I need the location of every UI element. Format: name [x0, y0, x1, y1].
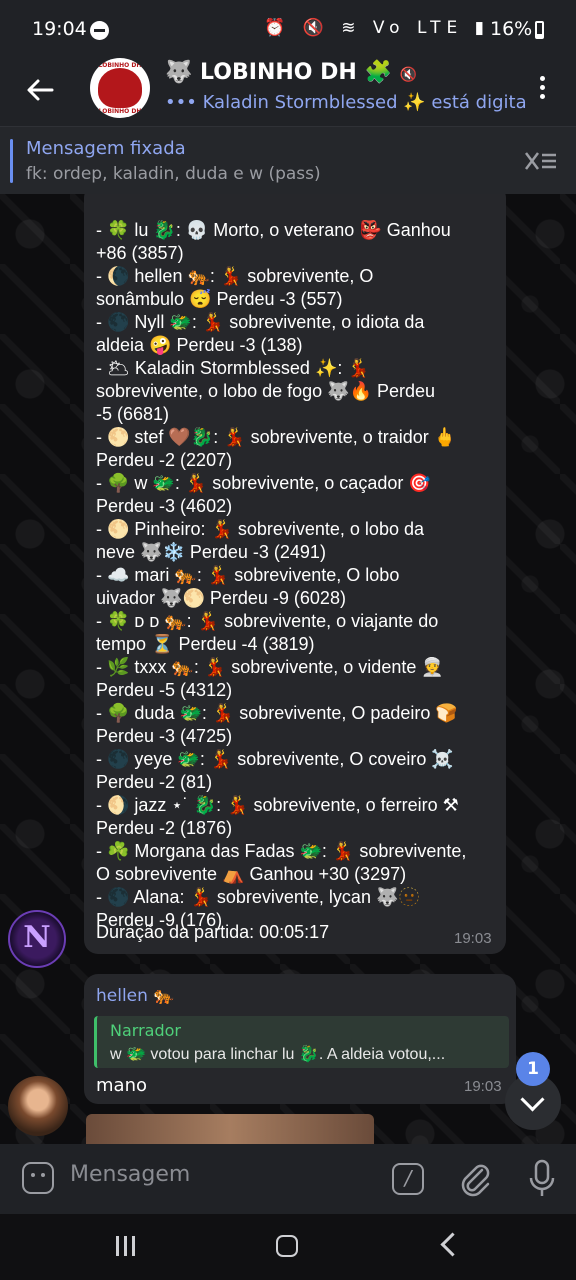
- message-line: Perdeu -2 (81): [96, 772, 213, 792]
- message-line: neve 🐺❄️ Perdeu -3 (2491): [96, 542, 326, 562]
- pinned-text: fk: ordep, kaladin, duda e w (pass): [26, 164, 321, 184]
- reply-sender: Narrador: [110, 1021, 181, 1040]
- message-line: O sobrevivente ⛺ Ganhou +30 (3297): [96, 864, 407, 884]
- media-preview[interactable]: [86, 1114, 374, 1144]
- message-line: tempo ⏳ Perdeu -4 (3819): [96, 634, 315, 654]
- message-line: - 🍀 ᴅ ᴅ 🐅: 💃 sobrevivente, o viajante do: [96, 611, 439, 631]
- message-line: -5 (6681): [96, 404, 170, 424]
- pinned-message[interactable]: Mensagem fixada fk: ordep, kaladin, duda…: [0, 126, 576, 195]
- emoji-icon[interactable]: [22, 1162, 54, 1194]
- back-icon[interactable]: [440, 1232, 465, 1257]
- status-time: 19:04: [32, 18, 87, 40]
- message-line: - 🌿 txxx 🐅: 💃 sobrevivente, o vidente 👳: [96, 657, 444, 677]
- message-line: Perdeu -3 (4725): [96, 726, 233, 746]
- message-line: - 🌳 w 🐲: 💃 sobrevivente, o caçador 🎯: [96, 473, 431, 493]
- message-line: - 🌑 Nyll 🐲: 💃 sobrevivente, o idiota da: [96, 312, 425, 332]
- message-line: aldeia 🤪 Perdeu -3 (138): [96, 335, 303, 355]
- dnd-icon: [90, 21, 109, 40]
- message-line: sobrevivente, o lobo de fogo 🐺🔥 Perdeu: [96, 381, 436, 401]
- system-nav-bar: [0, 1214, 576, 1280]
- home-icon[interactable]: [276, 1235, 298, 1257]
- match-duration: Duração da partida: 00:05:17: [96, 922, 330, 942]
- message-line: - 🌕 stef 🤎🐉: 💃 sobrevivente, o traidor 🖕: [96, 427, 457, 447]
- pinned-title: Mensagem fixada: [26, 138, 186, 159]
- message-line: - 🌳 duda 🐲: 💃 sobrevivente, O padeiro 🍞: [96, 703, 458, 723]
- recent-apps-icon[interactable]: [116, 1236, 140, 1260]
- message-line: Perdeu -2 (2207): [96, 450, 233, 470]
- message-text: - 🍀 lu 🐉: 💀 Morto, o veterano 👺 Ganhou +8…: [96, 196, 500, 932]
- avatar[interactable]: [8, 1076, 68, 1136]
- message-line: +86 (3857): [96, 243, 184, 263]
- message-sender[interactable]: hellen 🐅: [96, 986, 174, 1006]
- message-time: 19:03: [464, 1078, 502, 1095]
- message-bubble-reply[interactable]: hellen 🐅 Narrador w 🐲 votou para linchar…: [84, 974, 516, 1104]
- command-icon[interactable]: /: [392, 1163, 424, 1195]
- message-line: - 🌕 Pinheiro: 💃 sobrevivente, o lobo da: [96, 519, 424, 539]
- avatar[interactable]: N: [8, 910, 66, 968]
- message-line: - 🌘 hellen 🐅: 💃 sobrevivente, O: [96, 266, 374, 286]
- message-line: - 🌖 jazz ⋆˙ 🐉: 💃 sobrevivente, o ferreir…: [96, 795, 459, 815]
- message-line: Perdeu -5 (4312): [96, 680, 233, 700]
- microphone-icon[interactable]: [528, 1158, 556, 1198]
- more-options-icon[interactable]: [536, 76, 548, 102]
- avatar-letter: N: [23, 920, 51, 955]
- battery-percent: 16%: [490, 18, 533, 40]
- message-line: - ☁️ mari 🐅: 💃 sobrevivente, O lobo: [96, 565, 400, 585]
- message-line: - ☘️ Morgana das Fadas 🐲: 💃 sobrevivente…: [96, 841, 467, 861]
- unread-badge: 1: [516, 1052, 550, 1086]
- attach-icon[interactable]: [458, 1160, 492, 1198]
- message-time: 19:03: [454, 930, 492, 947]
- message-line: Perdeu -2 (1876): [96, 818, 233, 838]
- message-line: - 🍀 lu 🐉: 💀 Morto, o veterano 👺 Ganhou: [96, 220, 451, 240]
- message-bubble-results[interactable]: - 🍀 lu 🐉: 💀 Morto, o veterano 👺 Ganhou +8…: [84, 194, 506, 954]
- message-input-bar: Mensagem /: [0, 1144, 576, 1214]
- message-line: uivador 🐺🌕 Perdeu -9 (6028): [96, 588, 346, 608]
- reply-quote[interactable]: Narrador w 🐲 votou para linchar lu 🐉. A …: [94, 1016, 509, 1068]
- avatar-text-bottom: LOBINHO DH: [98, 108, 142, 115]
- message-line: sonâmbulo 😴 Perdeu -3 (557): [96, 289, 343, 309]
- status-icons: ⏰ 🔇 ≋ Vo LTE ▮: [264, 18, 490, 38]
- battery-icon: [535, 21, 544, 39]
- pin-list-icon[interactable]: [522, 147, 558, 175]
- message-line: [96, 196, 500, 219]
- pinned-indicator: [10, 139, 13, 183]
- back-arrow-icon[interactable]: [22, 72, 58, 108]
- chat-title-text: 🐺 LOBINHO DH 🧩: [165, 60, 392, 85]
- status-bar: 19:04 ⏰ 🔇 ≋ Vo LTE ▮ 16%: [0, 0, 576, 58]
- message-line: - 🌑 Alana: 💃 sobrevivente, lycan 🐺🫥: [96, 887, 421, 907]
- mute-icon: 🔇: [399, 67, 417, 83]
- chat-title[interactable]: 🐺 LOBINHO DH 🧩 🔇: [165, 60, 417, 85]
- typing-status: ••• Kaladin Stormblessed ✨ está digita: [165, 92, 527, 113]
- message-input[interactable]: Mensagem: [70, 1162, 190, 1187]
- chat-header: LOBINHO DH LOBINHO DH 🐺 LOBINHO DH 🧩 🔇 •…: [0, 58, 576, 126]
- chat-area[interactable]: - 🍀 lu 🐉: 💀 Morto, o veterano 👺 Ganhou +8…: [0, 194, 576, 1144]
- message-line: Perdeu -3 (4602): [96, 496, 233, 516]
- message-text: mano: [96, 1075, 147, 1096]
- wolf-logo-icon: [98, 68, 142, 108]
- message-line: - 🌥 Kaladin Stormblessed ✨: 💃: [96, 358, 370, 378]
- message-line: - 🌑 yeye 🐲: 💃 sobrevivente, O coveiro ☠️: [96, 749, 454, 769]
- group-avatar[interactable]: LOBINHO DH LOBINHO DH: [90, 58, 150, 118]
- reply-text: w 🐲 votou para linchar lu 🐉. A aldeia vo…: [110, 1046, 446, 1063]
